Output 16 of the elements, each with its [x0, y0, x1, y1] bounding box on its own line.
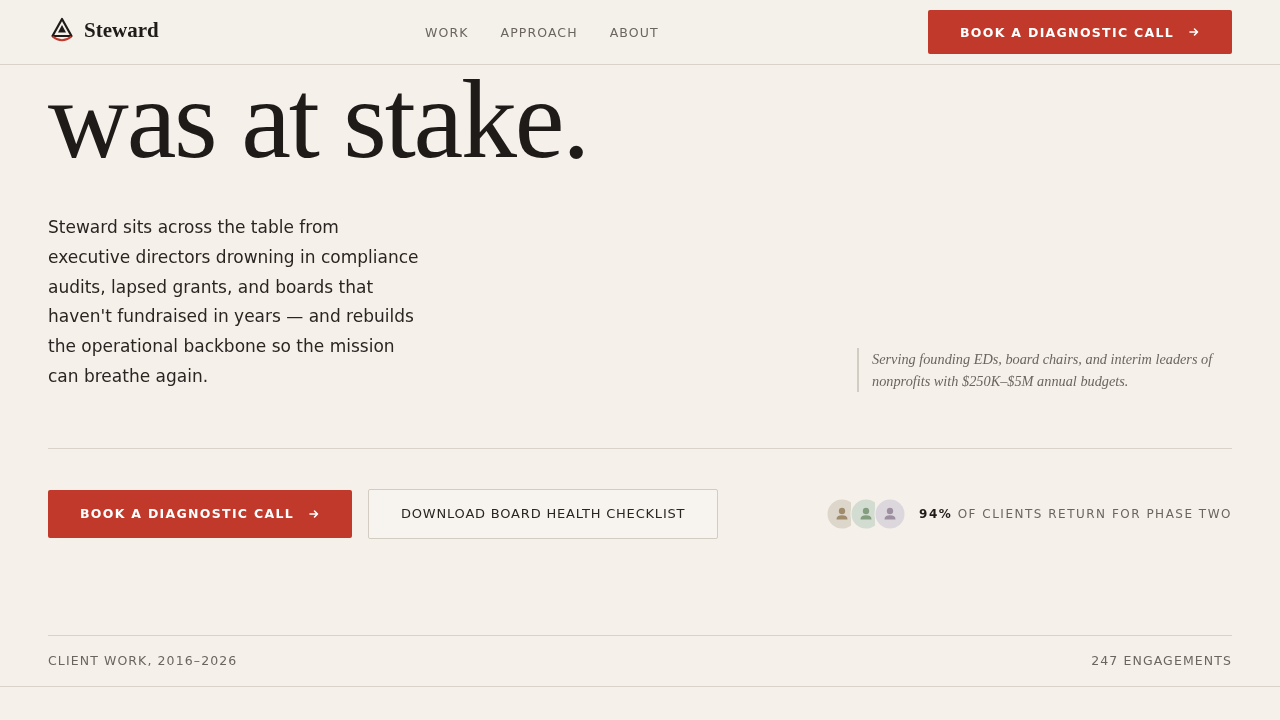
book-call-button[interactable]: BOOK A DIAGNOSTIC CALL	[928, 10, 1232, 54]
triangle-logo-icon	[50, 17, 74, 43]
client-work-label: CLIENT WORK, 2016–2026	[48, 653, 238, 668]
audience-note: Serving founding EDs, board chairs, and interim leaders of nonprofits with $250K–$5M annual budgets.	[857, 347, 1232, 392]
download-checklist-button[interactable]: DOWNLOAD BOARD HEALTH CHECKLIST	[368, 488, 719, 539]
arrow-right-icon	[1189, 27, 1199, 37]
client-return-stat: 94% OF CLIENTS RETURN FOR PHASE TWO	[919, 506, 1232, 521]
nav-link[interactable]: WORK	[425, 24, 469, 40]
nav-link[interactable]: APPROACH	[500, 24, 578, 40]
intro-paragraph: Steward sits across the table from executive directors drowning in compliance audits, lapsed grants, and boards that haven't fundraised in years — and rebuilds the operational backbone so the mission can breathe again.	[48, 216, 420, 388]
nav-link[interactable]: ABOUT	[609, 24, 659, 40]
arrow-right-icon	[309, 508, 319, 519]
engagements-count: 247 ENGAGEMENTS	[1091, 653, 1232, 668]
brand-logo-link[interactable]: Steward	[48, 17, 159, 43]
book-call-button[interactable]: BOOK A DIAGNOSTIC CALL	[48, 489, 352, 538]
hero-headline: was at stake.	[48, 65, 589, 173]
